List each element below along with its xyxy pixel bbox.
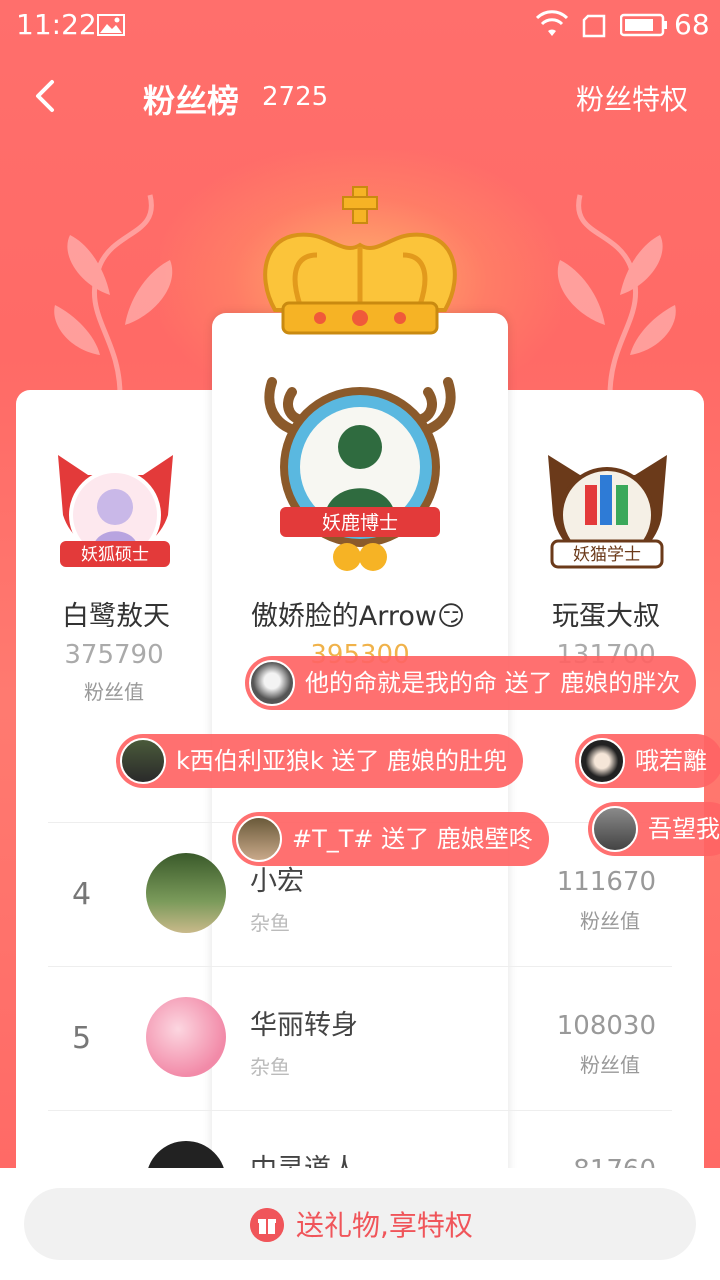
danmaku-bubble: k西伯利亚狼k 送了 鹿娘的肚兜 xyxy=(116,734,524,788)
fox-badge-text: 妖狐硕士 xyxy=(81,545,149,565)
status-bar: 11:22 68 xyxy=(0,0,720,50)
fan-count: 2725 xyxy=(262,82,329,112)
gift-icon xyxy=(250,1208,284,1242)
podium-label-second: 粉丝值 xyxy=(84,680,144,704)
fan-score-label: 粉丝值 xyxy=(580,1053,640,1077)
danmaku-avatar xyxy=(249,660,295,706)
danmaku-bubble: 吾望我 xyxy=(588,802,720,856)
danmaku-text: 哦若離 xyxy=(635,747,707,775)
danmaku-bubble: 哦若離 xyxy=(575,734,720,788)
list-item[interactable]: 5 华丽转身 杂鱼 108030 粉丝值 xyxy=(48,966,672,1110)
podium-avatar-cat-badge[interactable]: 妖猫学士 xyxy=(540,445,675,575)
fan-score-label: 粉丝值 xyxy=(580,909,640,933)
rank-number: 5 xyxy=(72,1021,92,1056)
danmaku-avatar xyxy=(120,738,166,784)
podium-avatar-fox-badge[interactable]: 妖狐硕士 xyxy=(48,445,183,575)
avatar[interactable] xyxy=(146,853,226,933)
status-time: 11:22 xyxy=(16,8,97,41)
podium-name-second: 白鹭敖天 xyxy=(62,601,170,632)
image-icon xyxy=(97,14,125,36)
sim-card-icon xyxy=(582,14,606,38)
podium-name-first: 傲娇脸的Arrow😏 xyxy=(250,601,466,632)
danmaku-text: 他的命就是我的命 送了 鹿娘的胖次 xyxy=(305,669,681,697)
battery-level: 68 xyxy=(674,8,710,41)
top-bar: 粉丝榜 2725 粉丝特权 xyxy=(0,62,720,132)
fan-privilege-link[interactable]: 粉丝特权 xyxy=(576,78,688,118)
podium-name-third: 玩蛋大叔 xyxy=(552,601,660,632)
avatar[interactable] xyxy=(146,997,226,1077)
rank-number: 4 xyxy=(72,877,92,912)
danmaku-avatar xyxy=(592,806,638,852)
podium-score-second: 375790 xyxy=(64,640,164,670)
podium-avatar-deer-badge[interactable]: 妖鹿博士 xyxy=(252,372,468,577)
user-level: 杂鱼 xyxy=(250,911,290,935)
danmaku-text: 吾望我 xyxy=(648,815,720,843)
right-vine-ornament xyxy=(557,194,676,395)
user-level: 杂鱼 xyxy=(250,1055,290,1079)
fan-score: 108030 xyxy=(556,1011,656,1041)
left-vine-ornament xyxy=(54,194,173,395)
battery-icon xyxy=(620,13,667,37)
back-button[interactable] xyxy=(28,76,68,116)
deer-badge-text: 妖鹿博士 xyxy=(322,512,398,534)
page-title: 粉丝榜 xyxy=(143,82,240,120)
crown-icon xyxy=(263,186,457,335)
danmaku-avatar xyxy=(579,738,625,784)
cat-badge-text: 妖猫学士 xyxy=(573,545,641,565)
send-gift-label: 送礼物,享特权 xyxy=(296,1209,473,1242)
danmaku-bubble: 他的命就是我的命 送了 鹿娘的胖次 xyxy=(245,656,697,710)
danmaku-text: k西伯利亚狼k 送了 鹿娘的肚兜 xyxy=(176,747,508,775)
send-gift-button[interactable]: 送礼物,享特权 xyxy=(24,1188,696,1260)
user-name: 华丽转身 xyxy=(250,1010,358,1041)
fan-score: 111670 xyxy=(556,867,656,897)
wifi-icon xyxy=(536,10,568,36)
bottom-bar: 送礼物,享特权 xyxy=(0,1168,720,1280)
danmaku-bubble: #T_T# 送了 鹿娘壁咚 xyxy=(232,812,549,866)
danmaku-text: #T_T# 送了 鹿娘壁咚 xyxy=(292,825,533,853)
danmaku-avatar xyxy=(236,816,282,862)
